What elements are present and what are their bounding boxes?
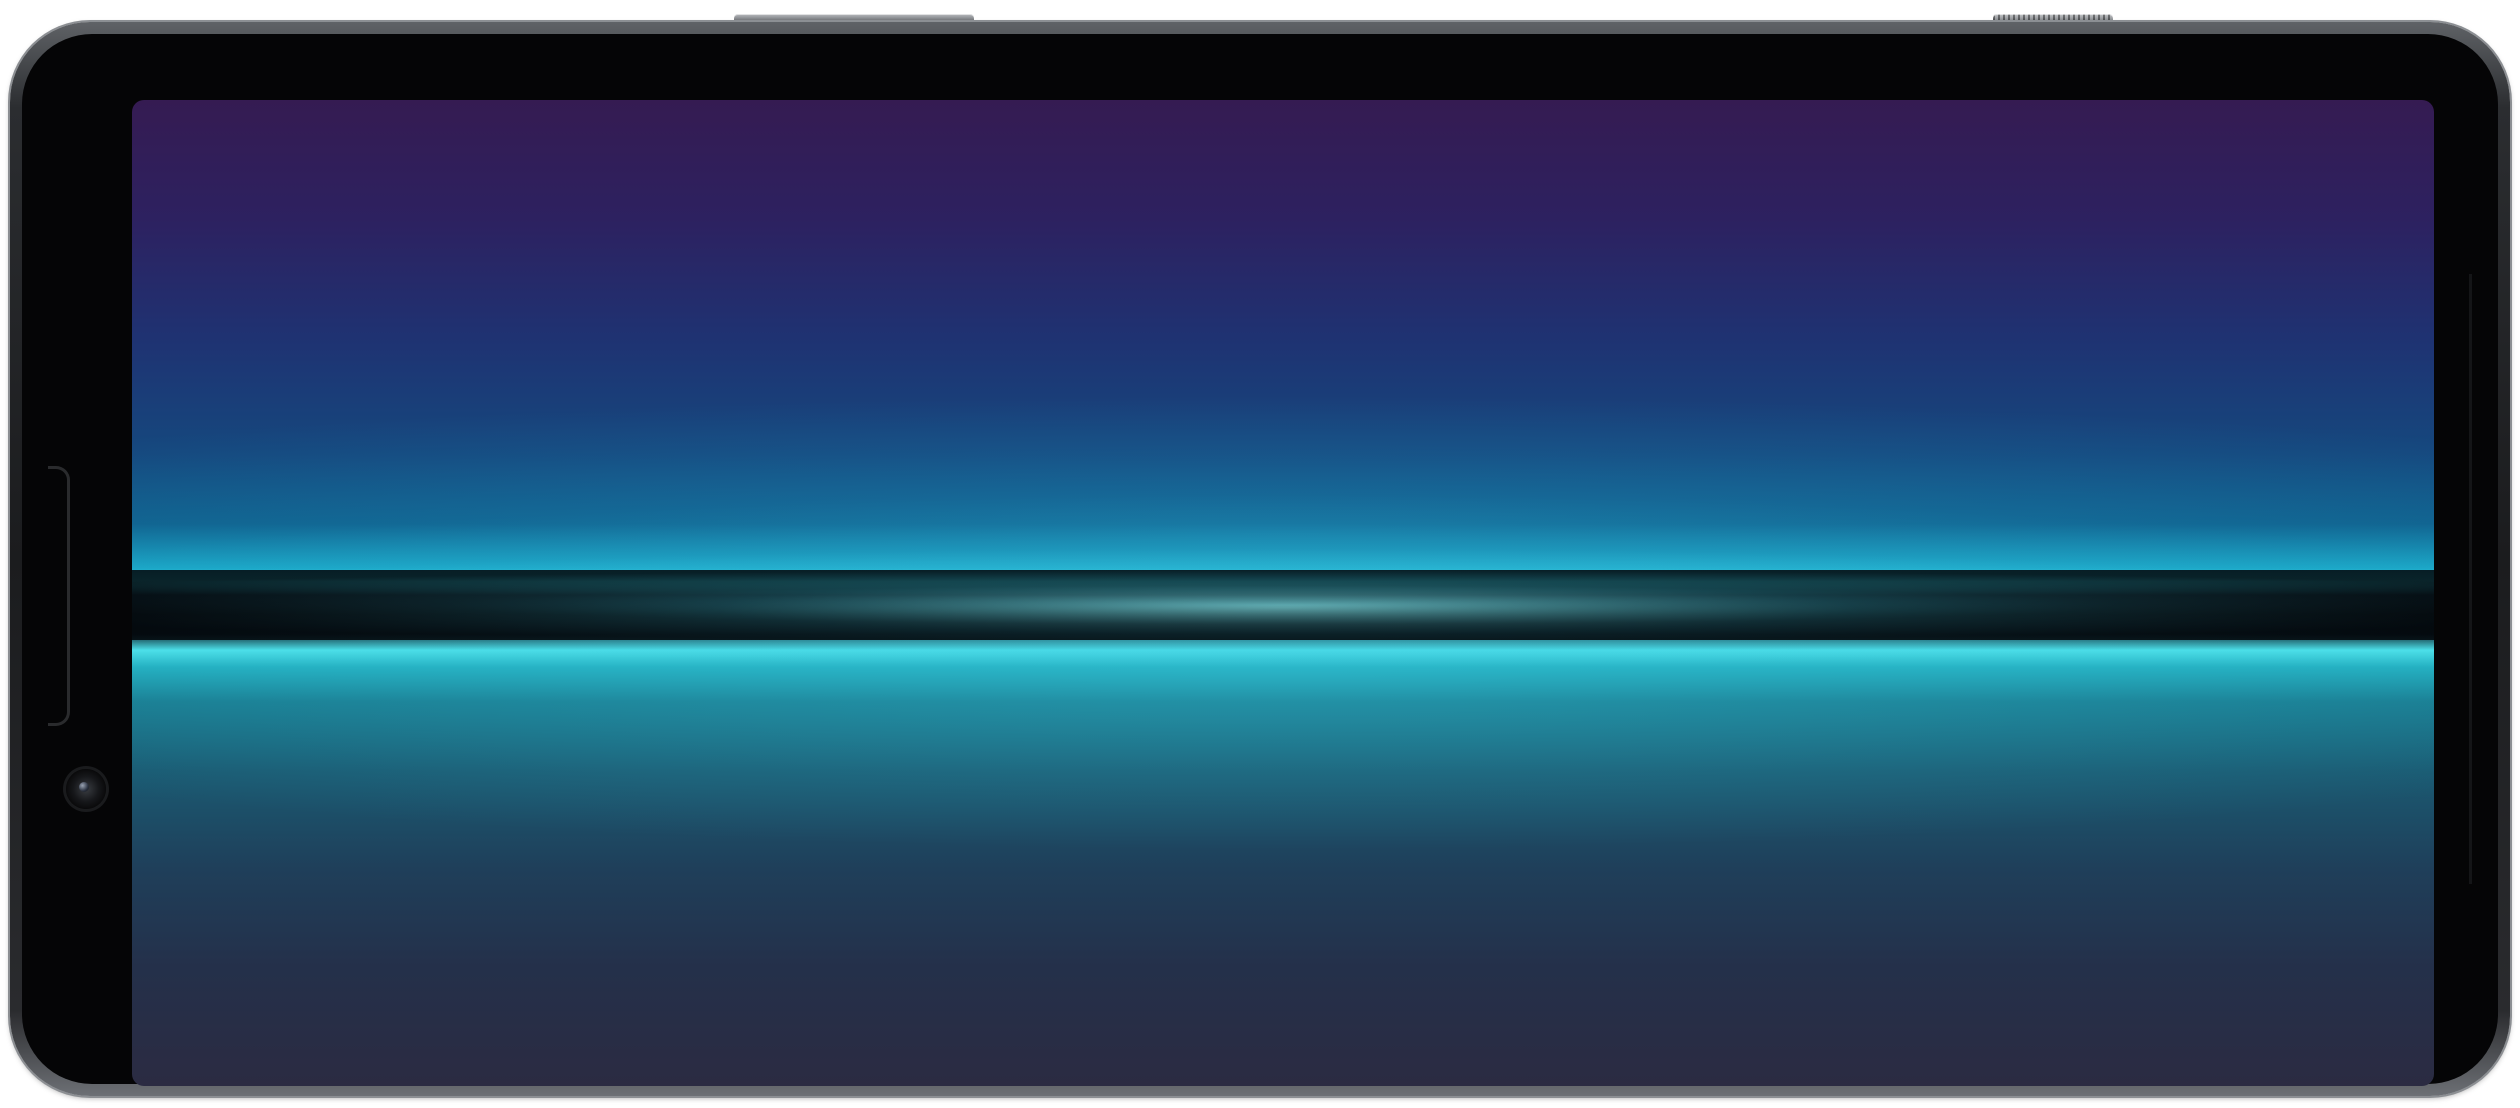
front-camera-icon xyxy=(66,769,106,809)
phone-screen xyxy=(132,100,2434,1086)
phone-bezel xyxy=(22,34,2498,1086)
earpiece-speaker xyxy=(48,466,70,726)
wallpaper-glow xyxy=(132,100,2434,1086)
side-sensor-line xyxy=(2469,274,2472,884)
phone-body xyxy=(10,22,2510,1096)
product-image xyxy=(0,0,2520,1108)
